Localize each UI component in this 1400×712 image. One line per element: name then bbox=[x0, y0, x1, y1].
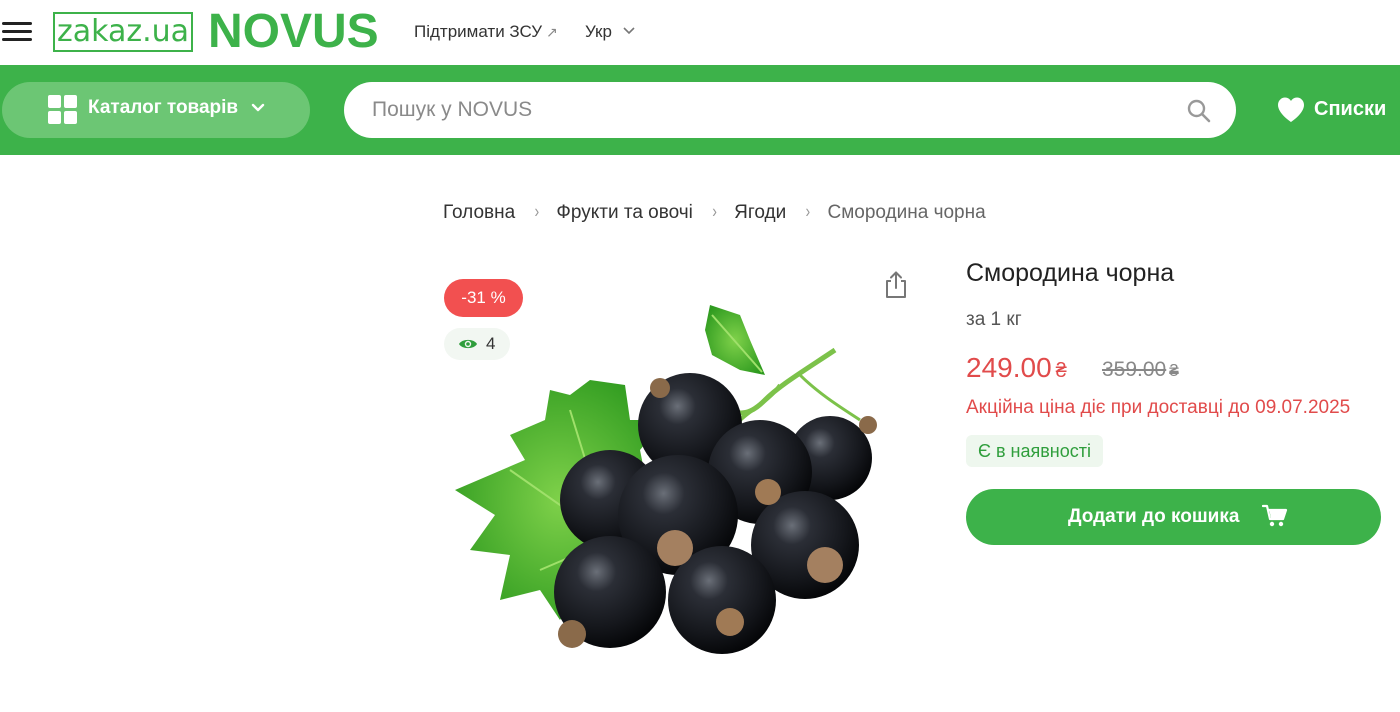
old-price-value: 359.00 bbox=[1102, 358, 1167, 381]
product-image bbox=[455, 305, 877, 654]
search-bar bbox=[344, 82, 1236, 138]
promo-text: Акційна ціна діє при доставці до 09.07.2… bbox=[966, 397, 1351, 418]
novus-logo[interactable]: NOVUS bbox=[208, 6, 379, 58]
support-link-label: Підтримати ЗСУ bbox=[414, 22, 543, 41]
currency-sign: ₴ bbox=[1055, 360, 1067, 382]
product-unit: за 1 кг bbox=[966, 309, 1022, 330]
sale-price-value: 249.00 bbox=[966, 352, 1052, 383]
catalog-button[interactable]: Каталог товарів bbox=[2, 82, 310, 138]
old-price: 359.00 ₴ bbox=[1102, 358, 1179, 382]
external-link-icon: ↗ bbox=[546, 24, 558, 40]
zakaz-logo[interactable]: zakaz.ua bbox=[53, 12, 193, 52]
breadcrumb-current: Смородина чорна bbox=[827, 202, 986, 223]
chevron-down-icon bbox=[623, 27, 635, 35]
breadcrumb-berries[interactable]: Ягоди bbox=[734, 202, 786, 223]
breadcrumb: Головна › Фрукти та овочі › Ягоди › Смор… bbox=[443, 200, 986, 226]
add-to-cart-label: Додати до кошика bbox=[1068, 506, 1240, 527]
breadcrumb-separator: › bbox=[712, 200, 717, 222]
main-nav: Каталог товарів Списки bbox=[0, 65, 1400, 155]
breadcrumb-separator: › bbox=[805, 200, 811, 222]
language-select[interactable]: Укр bbox=[585, 22, 635, 42]
language-label: Укр bbox=[585, 22, 612, 41]
sale-price: 249.00 ₴ bbox=[966, 352, 1067, 384]
chevron-down-icon bbox=[251, 103, 265, 112]
cart-icon bbox=[1262, 504, 1288, 527]
search-icon[interactable] bbox=[1186, 98, 1212, 124]
search-input[interactable] bbox=[372, 82, 1172, 138]
share-icon[interactable] bbox=[882, 270, 910, 300]
breadcrumb-fruits-vegetables[interactable]: Фрукти та овочі bbox=[556, 202, 692, 223]
heart-icon bbox=[1278, 97, 1304, 122]
catalog-label: Каталог товарів bbox=[88, 97, 239, 118]
menu-icon[interactable] bbox=[2, 20, 32, 44]
currency-sign: ₴ bbox=[1169, 361, 1179, 380]
grid-icon bbox=[48, 95, 78, 125]
breadcrumb-home[interactable]: Головна bbox=[443, 202, 515, 223]
add-to-cart-button[interactable]: Додати до кошика bbox=[966, 489, 1381, 545]
breadcrumb-separator: › bbox=[534, 200, 540, 222]
lists-label: Списки bbox=[1314, 98, 1387, 120]
product-title: Смородина чорна bbox=[966, 259, 1175, 287]
stock-status: Є в наявності bbox=[966, 435, 1103, 467]
support-link[interactable]: Підтримати ЗСУ ↗ bbox=[414, 22, 558, 42]
top-bar: zakaz.ua NOVUS Підтримати ЗСУ ↗ Укр bbox=[0, 0, 1400, 64]
